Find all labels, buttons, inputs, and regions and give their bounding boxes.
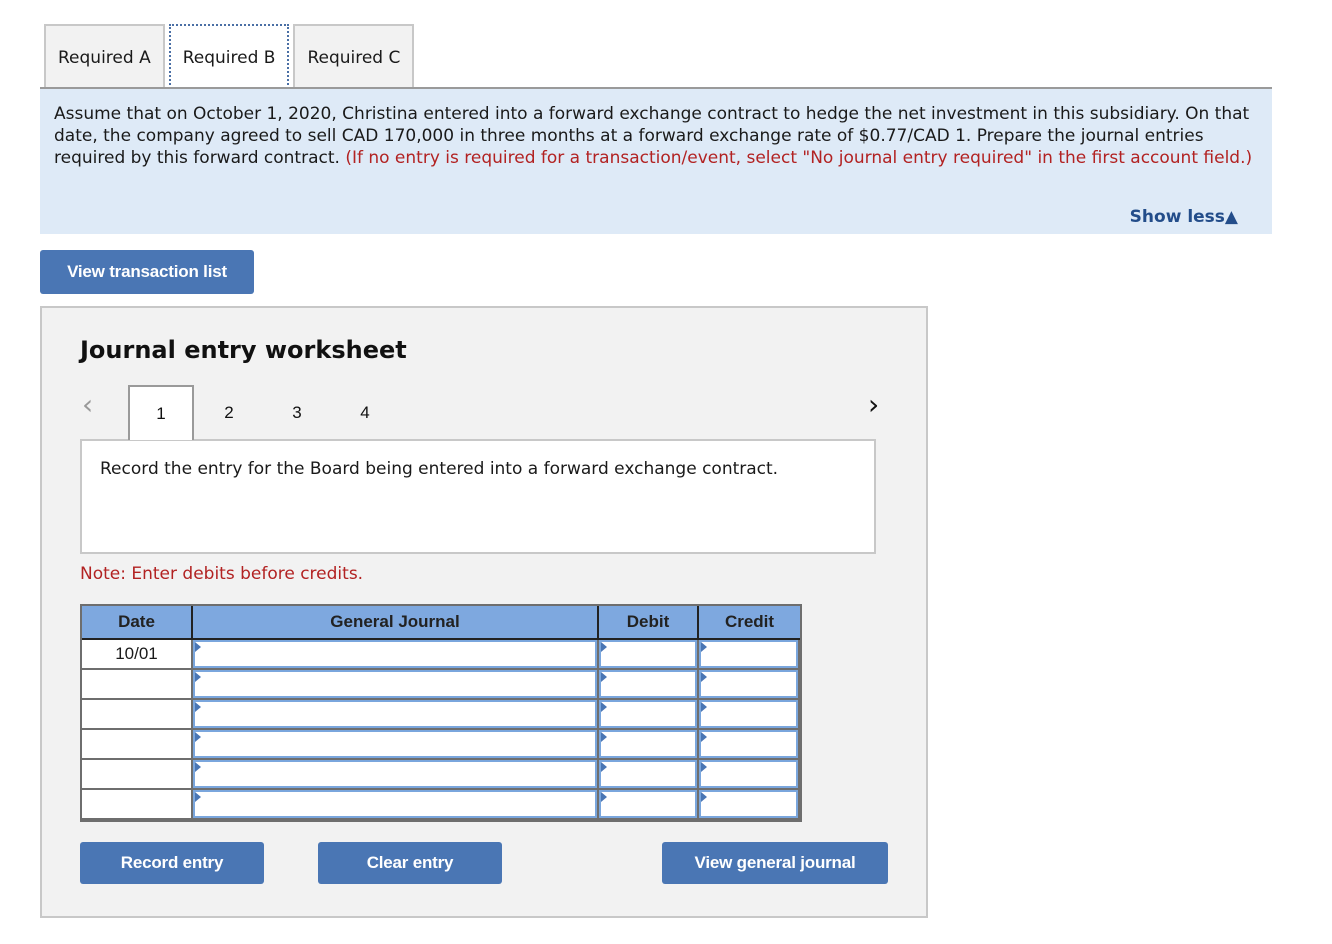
debit-field[interactable] — [599, 760, 697, 788]
view-transaction-list-button[interactable]: View transaction list — [40, 250, 254, 294]
debit-field[interactable] — [599, 700, 697, 728]
chevron-left-icon[interactable]: ‹ — [82, 388, 93, 421]
tab-required-c[interactable]: Required C — [293, 24, 415, 89]
account-field[interactable] — [193, 640, 597, 668]
account-field[interactable] — [193, 700, 597, 728]
dropdown-indicator-icon — [601, 762, 607, 772]
date-cell: 10/01 — [82, 640, 193, 670]
dropdown-indicator-icon — [601, 702, 607, 712]
step-tab-1[interactable]: 1 — [128, 385, 194, 440]
table-row — [82, 670, 800, 700]
credit-field[interactable] — [699, 760, 798, 788]
date-cell — [82, 700, 193, 730]
tab-required-a[interactable]: Required A — [44, 24, 165, 89]
instructions-note: (If no entry is required for a transacti… — [345, 148, 1253, 168]
credit-field[interactable] — [699, 790, 798, 818]
journal-entry-worksheet: Journal entry worksheet ‹ 1 2 3 4 › Reco… — [40, 306, 928, 918]
table-row — [82, 760, 800, 790]
view-general-journal-button[interactable]: View general journal — [662, 842, 888, 884]
debit-field[interactable] — [599, 790, 697, 818]
dropdown-indicator-icon — [195, 642, 201, 652]
account-field[interactable] — [193, 730, 597, 758]
step-tab-3[interactable]: 3 — [264, 385, 330, 440]
account-field[interactable] — [193, 760, 597, 788]
dropdown-indicator-icon — [701, 702, 707, 712]
credit-field[interactable] — [699, 670, 798, 698]
dropdown-indicator-icon — [195, 672, 201, 682]
step-tab-4[interactable]: 4 — [332, 385, 398, 440]
chevron-right-icon[interactable]: › — [868, 388, 879, 421]
credit-field[interactable] — [699, 640, 798, 668]
tab-bar: Required A Required B Required C — [44, 24, 418, 89]
table-row — [82, 700, 800, 730]
journal-table: Date General Journal Debit Credit 10/01 — [80, 604, 802, 822]
dropdown-indicator-icon — [601, 642, 607, 652]
debits-credits-note: Note: Enter debits before credits. — [80, 564, 364, 584]
dropdown-indicator-icon — [701, 732, 707, 742]
debit-field[interactable] — [599, 640, 697, 668]
dropdown-indicator-icon — [601, 672, 607, 682]
dropdown-indicator-icon — [601, 792, 607, 802]
instructions-panel: Assume that on October 1, 2020, Christin… — [40, 89, 1272, 234]
entry-prompt: Record the entry for the Board being ent… — [80, 439, 876, 554]
table-row — [82, 790, 800, 820]
account-field[interactable] — [193, 790, 597, 818]
dropdown-indicator-icon — [701, 642, 707, 652]
credit-field[interactable] — [699, 700, 798, 728]
header-general-journal: General Journal — [193, 606, 599, 638]
dropdown-indicator-icon — [195, 792, 201, 802]
worksheet-title: Journal entry worksheet — [80, 336, 407, 364]
clear-entry-button[interactable]: Clear entry — [318, 842, 502, 884]
debit-field[interactable] — [599, 670, 697, 698]
triangle-up-icon: ▲ — [1224, 207, 1238, 227]
record-entry-button[interactable]: Record entry — [80, 842, 264, 884]
dropdown-indicator-icon — [701, 762, 707, 772]
date-cell — [82, 760, 193, 790]
table-row — [82, 730, 800, 760]
account-field[interactable] — [193, 670, 597, 698]
date-cell — [82, 790, 193, 820]
journal-table-header: Date General Journal Debit Credit — [82, 606, 800, 640]
show-less-toggle[interactable]: Show less▲ — [1130, 206, 1238, 228]
header-debit: Debit — [599, 606, 699, 638]
tab-required-b[interactable]: Required B — [168, 24, 290, 89]
dropdown-indicator-icon — [195, 762, 201, 772]
dropdown-indicator-icon — [701, 792, 707, 802]
step-tab-2[interactable]: 2 — [196, 385, 262, 440]
show-less-label: Show less — [1129, 207, 1225, 227]
dropdown-indicator-icon — [601, 732, 607, 742]
credit-field[interactable] — [699, 730, 798, 758]
header-credit: Credit — [724, 612, 775, 631]
header-date: Date — [82, 606, 193, 638]
debit-field[interactable] — [599, 730, 697, 758]
table-row: 10/01 — [82, 640, 800, 670]
date-cell — [82, 670, 193, 700]
dropdown-indicator-icon — [195, 732, 201, 742]
dropdown-indicator-icon — [195, 702, 201, 712]
date-cell — [82, 730, 193, 760]
dropdown-indicator-icon — [701, 672, 707, 682]
